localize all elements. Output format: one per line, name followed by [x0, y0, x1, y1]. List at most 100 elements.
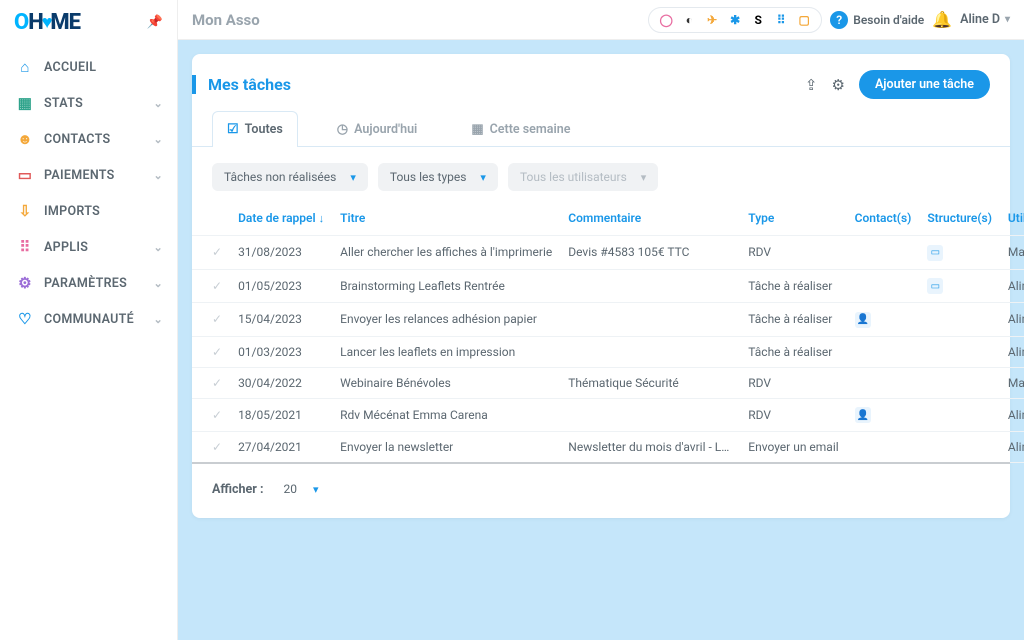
table-row[interactable]: ✓ 15/04/2023 Envoyer les relances adhési… [192, 303, 1024, 337]
structure-icon[interactable]: ▭ [927, 278, 943, 294]
tab-cette-semaine[interactable]: ▦ Cette semaine [456, 111, 585, 147]
integration-icon-4[interactable]: ✱ [726, 11, 744, 29]
ic-comm-icon: ♡ [14, 310, 36, 328]
table-row[interactable]: ✓ 30/04/2022 Webinaire Bénévoles Thémati… [192, 367, 1024, 398]
cell-title: Brainstorming Leaflets Rentrée [332, 269, 560, 303]
sidebar-item-label: STATS [44, 96, 83, 111]
row-check[interactable]: ✓ [192, 269, 230, 303]
integration-icon-7[interactable]: ▢ [795, 11, 813, 29]
col-title[interactable]: Titre [332, 201, 560, 236]
table-row[interactable]: ✓ 18/05/2021 Rdv Mécénat Emma Carena RDV… [192, 398, 1024, 432]
col-users[interactable]: Utilisateur(s) [1000, 201, 1024, 236]
page-size-value: 20 [284, 482, 298, 496]
sidebar-item-label: CONTACTS [44, 132, 110, 147]
tab-icon: ◷ [337, 122, 348, 137]
cell-date: 01/03/2023 [230, 336, 332, 367]
gear-icon[interactable]: ⚙ [832, 76, 845, 94]
cell-title: Webinaire Bénévoles [332, 367, 560, 398]
filter-user-label: Tous les utilisateurs [520, 170, 627, 184]
sidebar-item-paramètres[interactable]: ⚙ PARAMÈTRES ⌄ [0, 265, 177, 301]
sidebar-item-communauté[interactable]: ♡ COMMUNAUTÉ ⌄ [0, 301, 177, 337]
integration-icon-3[interactable]: ✈ [703, 11, 721, 29]
card-footer: Afficher : 20 ▾ [192, 462, 1010, 518]
filter-status[interactable]: Tâches non réalisées ▾ [212, 163, 368, 191]
row-check[interactable]: ✓ [192, 367, 230, 398]
table-header-row: Date de rappel↓ Titre Commentaire Type C… [192, 201, 1024, 236]
row-check[interactable]: ✓ [192, 236, 230, 270]
row-check[interactable]: ✓ [192, 432, 230, 463]
col-contacts[interactable]: Contact(s) [847, 201, 920, 236]
logo-row: OH♥ME 📌 [0, 0, 177, 49]
help-button[interactable]: ? Besoin d'aide [830, 11, 924, 29]
integration-icon-1[interactable]: ◯ [657, 11, 675, 29]
cell-comment: Thématique Sécurité [560, 367, 740, 398]
pin-icon[interactable]: 📌 [147, 15, 163, 30]
cell-contact [847, 336, 920, 367]
col-comment[interactable]: Commentaire [560, 201, 740, 236]
ic-pay-icon: ▭ [14, 166, 36, 184]
main-area: Mon Asso ◯ ◐ ✈ ✱ S ⠿ ▢ ? Besoin d'aide 🔔 [178, 0, 1024, 640]
cell-type: RDV [740, 236, 846, 270]
table-row[interactable]: ✓ 01/03/2023 Lancer les leaflets en impr… [192, 336, 1024, 367]
chevron-down-icon: ▾ [1005, 14, 1010, 25]
sidebar-item-contacts[interactable]: ☻ CONTACTS ⌄ [0, 121, 177, 157]
cell-users: Mathilde H., Maxtanie Petit Dol [1000, 367, 1024, 398]
tab-toutes[interactable]: ☑ Toutes [212, 111, 298, 147]
table-row[interactable]: ✓ 31/08/2023 Aller chercher les affiches… [192, 236, 1024, 270]
contact-icon[interactable]: 👤 [855, 312, 871, 328]
cell-type: Envoyer un email [740, 432, 846, 463]
bell-icon[interactable]: 🔔 [932, 10, 952, 29]
sidebar-item-stats[interactable]: ▦ STATS ⌄ [0, 85, 177, 121]
contact-icon[interactable]: 👤 [855, 407, 871, 423]
tab-icon: ☑ [227, 122, 239, 137]
page-title: Mes tâches [208, 75, 291, 94]
cell-title: Envoyer la newsletter [332, 432, 560, 463]
integration-icon-2[interactable]: ◐ [680, 11, 698, 29]
filter-type[interactable]: Tous les types ▾ [378, 163, 498, 191]
page-size-select[interactable]: 20 ▾ [274, 478, 329, 500]
cell-date: 31/08/2023 [230, 236, 332, 270]
cell-structure: ▭ [919, 269, 1000, 303]
cell-structure: ▭ [919, 236, 1000, 270]
sidebar-item-paiements[interactable]: ▭ PAIEMENTS ⌄ [0, 157, 177, 193]
filter-user[interactable]: Tous les utilisateurs ▾ [508, 163, 658, 191]
tab-aujourd-hui[interactable]: ◷ Aujourd'hui [322, 111, 433, 147]
sidebar-item-applis[interactable]: ⠿ APPLIS ⌄ [0, 229, 177, 265]
chevron-down-icon: ⌄ [153, 169, 163, 182]
integration-icon-5[interactable]: S [749, 11, 767, 29]
table-row[interactable]: ✓ 27/04/2021 Envoyer la newsletter Newsl… [192, 432, 1024, 463]
chevron-down-icon: ⌄ [153, 241, 163, 254]
topbar-right: ◯ ◐ ✈ ✱ S ⠿ ▢ ? Besoin d'aide 🔔 Aline D … [648, 7, 1010, 33]
app-logo: OH♥ME [14, 10, 80, 35]
sidebar-item-imports[interactable]: ⇩ IMPORTS [0, 193, 177, 229]
cell-users: Aline D [1000, 336, 1024, 367]
cell-type: Tâche à réaliser [740, 269, 846, 303]
col-type[interactable]: Type [740, 201, 846, 236]
head-actions: ⇪ ⚙ Ajouter une tâche [805, 70, 990, 99]
ic-stats-icon: ▦ [14, 94, 36, 112]
cell-users: Aline D [1000, 269, 1024, 303]
tabs: ☑ Toutes ◷ Aujourd'hui ▦ Cette semaine [192, 99, 1010, 147]
row-check[interactable]: ✓ [192, 303, 230, 337]
filter-type-label: Tous les types [390, 170, 467, 184]
cell-title: Lancer les leaflets en impression [332, 336, 560, 367]
cell-structure [919, 432, 1000, 463]
row-check[interactable]: ✓ [192, 398, 230, 432]
integration-icon-6[interactable]: ⠿ [772, 11, 790, 29]
add-task-button[interactable]: Ajouter une tâche [859, 70, 990, 99]
cell-contact [847, 269, 920, 303]
col-structures[interactable]: Structure(s) [919, 201, 1000, 236]
export-icon[interactable]: ⇪ [805, 76, 818, 94]
ic-home-icon: ⌂ [14, 58, 36, 76]
row-check[interactable]: ✓ [192, 336, 230, 367]
user-menu[interactable]: Aline D ▾ [960, 12, 1010, 27]
chevron-down-icon: ⌄ [153, 133, 163, 146]
table-row[interactable]: ✓ 01/05/2023 Brainstorming Leaflets Rent… [192, 269, 1024, 303]
cell-contact: 👤 [847, 303, 920, 337]
filter-status-label: Tâches non réalisées [224, 170, 336, 184]
col-date[interactable]: Date de rappel↓ [230, 201, 332, 236]
sidebar-item-accueil[interactable]: ⌂ ACCUEIL [0, 49, 177, 85]
sidebar-item-label: COMMUNAUTÉ [44, 312, 134, 327]
structure-icon[interactable]: ▭ [927, 245, 943, 261]
sidebar-item-label: ACCUEIL [44, 60, 96, 75]
